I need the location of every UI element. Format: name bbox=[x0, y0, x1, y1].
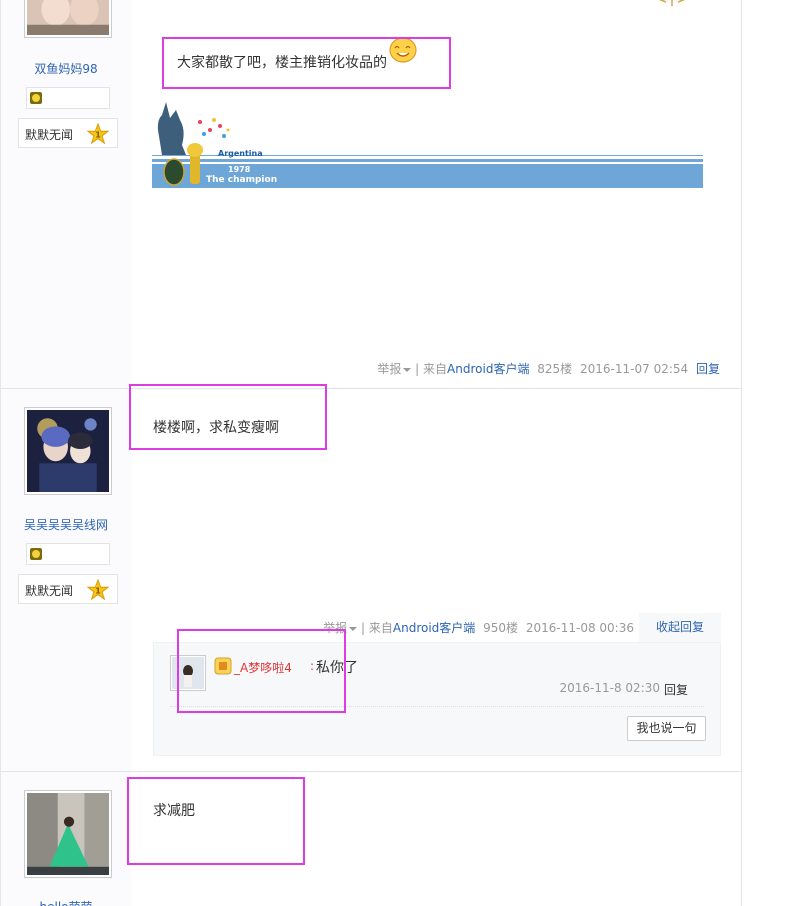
signature-caption: The champion bbox=[206, 175, 277, 185]
username[interactable]: 吴吴吴吴吴线网 bbox=[1, 516, 131, 533]
signature-year: 1978 bbox=[228, 165, 251, 174]
post-time: 2016-11-08 00:36 bbox=[525, 621, 634, 635]
star-icon: 1 bbox=[87, 123, 109, 145]
source-link[interactable]: Android客户端 bbox=[393, 621, 475, 635]
signature-country: Argentina bbox=[218, 149, 263, 158]
signature-banner: Argentina 1978 The champion bbox=[152, 102, 703, 188]
chevron-down-icon bbox=[403, 367, 412, 372]
decor-sun-icon bbox=[658, 0, 686, 6]
avatar[interactable] bbox=[24, 0, 112, 38]
level-gem-icon bbox=[30, 548, 42, 560]
author-sidebar: 双鱼妈妈98 默默无闻 1 bbox=[1, 0, 131, 388]
source-link[interactable]: Android客户端 bbox=[447, 362, 529, 376]
rank-level: 1 bbox=[95, 130, 101, 140]
tail-separator: | bbox=[415, 362, 420, 376]
level-badge[interactable] bbox=[26, 87, 110, 109]
avatar[interactable] bbox=[24, 407, 112, 495]
rank-badge[interactable]: 默默无闻 1 bbox=[18, 574, 118, 604]
reply-link[interactable]: 回复 bbox=[696, 362, 720, 376]
tail-separator: | bbox=[361, 621, 366, 635]
post-825: 双鱼妈妈98 默默无闻 1 大家都散了吧，楼主推销化妆品的 Argentina … bbox=[1, 0, 742, 389]
author-sidebar: 吴吴吴吴吴线网 默默无闻 1 bbox=[1, 389, 131, 771]
chevron-down-icon bbox=[349, 626, 358, 631]
highlight-box bbox=[177, 629, 346, 713]
floor-number: 950楼 bbox=[483, 621, 519, 635]
username[interactable]: 双鱼妈妈98 bbox=[1, 60, 131, 77]
avatar[interactable] bbox=[24, 790, 112, 878]
floor-number: 825楼 bbox=[537, 362, 573, 376]
sub-reply-time: 2016-11-8 02:30 bbox=[559, 681, 661, 695]
thread: 双鱼妈妈98 默默无闻 1 大家都散了吧，楼主推销化妆品的 Argentina … bbox=[0, 0, 742, 906]
rank-label: 默默无闻 bbox=[25, 128, 74, 142]
highlight-box bbox=[129, 384, 327, 450]
rank-badge[interactable]: 默默无闻 1 bbox=[18, 118, 118, 148]
highlight-box bbox=[127, 777, 305, 865]
level-badge[interactable] bbox=[26, 543, 110, 565]
say-something-button[interactable]: 我也说一句 bbox=[627, 716, 706, 741]
from-prefix: 来自 bbox=[368, 621, 393, 635]
author-sidebar: hello萌萌 bbox=[1, 772, 131, 906]
star-icon: 1 bbox=[87, 579, 109, 601]
post-next: hello萌萌 求减肥 bbox=[1, 772, 742, 906]
post-tail: 举报 | 来自Android客户端 825楼 2016-11-07 02:54 … bbox=[377, 360, 720, 377]
report-link[interactable]: 举报 bbox=[377, 362, 412, 376]
post-time: 2016-11-07 02:54 bbox=[580, 362, 689, 376]
post-main: 大家都散了吧，楼主推销化妆品的 Argentina 1978 The champ… bbox=[131, 0, 742, 388]
post-main: 求减肥 bbox=[127, 772, 742, 906]
from-prefix: 来自 bbox=[423, 362, 448, 376]
level-gem-icon bbox=[30, 92, 42, 104]
rank-label: 默默无闻 bbox=[25, 584, 74, 598]
rank-level: 1 bbox=[95, 586, 101, 596]
highlight-box bbox=[162, 37, 451, 89]
username[interactable]: hello萌萌 bbox=[1, 898, 131, 906]
collapse-replies-button[interactable]: 收起回复 bbox=[639, 613, 721, 642]
sub-reply-reply-link[interactable]: 回复 bbox=[664, 681, 688, 698]
post-tail: 举报 | 来自Android客户端 950楼 2016-11-08 00:36 bbox=[323, 619, 634, 636]
